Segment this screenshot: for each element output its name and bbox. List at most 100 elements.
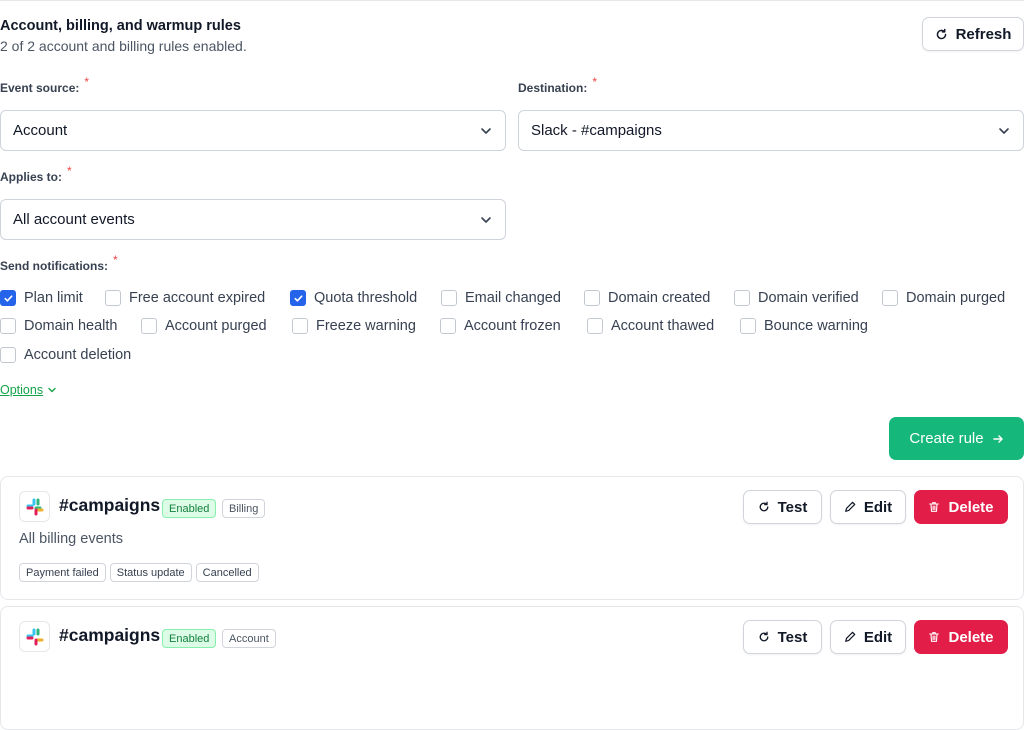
notifications-label: Send notifications: *: [0, 253, 118, 273]
tag: Payment failed: [19, 563, 106, 582]
checkbox-box[interactable]: [740, 318, 756, 334]
refresh-icon: [759, 501, 769, 512]
checkbox-label: Email changed: [465, 290, 561, 306]
edit-button[interactable]: Edit: [830, 490, 906, 524]
checkbox-label: Quota threshold: [314, 290, 418, 306]
notification-checkbox[interactable]: Domain health: [0, 316, 118, 336]
checkbox-box[interactable]: [0, 290, 16, 306]
type-badge: Billing: [222, 499, 266, 518]
refresh-icon: [936, 28, 946, 39]
checkbox-box[interactable]: [290, 290, 306, 306]
tag: Status update: [109, 563, 192, 582]
required-mark: *: [113, 253, 118, 267]
checkbox-box[interactable]: [141, 318, 157, 334]
required-mark: *: [592, 75, 598, 89]
notification-checkbox[interactable]: Domain purged: [882, 288, 1005, 308]
checkbox-label: Domain verified: [758, 290, 859, 306]
status-badge: Enabled: [162, 629, 217, 648]
notification-checkbox[interactable]: Bounce warning: [740, 316, 868, 336]
refresh-button[interactable]: Refresh: [922, 17, 1024, 51]
checkbox-label: Domain created: [608, 290, 711, 306]
checkbox-label: Plan limit: [24, 290, 83, 306]
test-label: Test: [777, 498, 808, 516]
notification-checkbox[interactable]: Free account expired: [105, 288, 265, 308]
options-label: Options: [0, 383, 44, 397]
rule-channel: #campaigns: [59, 625, 161, 645]
test-button[interactable]: Test: [743, 620, 822, 654]
refresh-icon: [759, 631, 769, 642]
status-badge: Enabled: [162, 499, 217, 518]
rule-card: #campaigns Enabled Account Test Edit Del…: [0, 606, 1024, 730]
delete-label: Delete: [948, 498, 994, 516]
delete-button[interactable]: Delete: [914, 490, 1008, 524]
event-source-select[interactable]: Account: [0, 110, 506, 151]
delete-button[interactable]: Delete: [914, 620, 1008, 654]
checkbox-box[interactable]: [0, 347, 16, 363]
rule-tags: Payment failed Status update Cancelled: [19, 563, 259, 582]
chevron-down-icon: [481, 127, 491, 134]
checkbox-label: Account thawed: [611, 318, 715, 334]
destination-select[interactable]: Slack - #campaigns: [518, 110, 1024, 151]
checkbox-box[interactable]: [0, 318, 16, 334]
check-icon: [3, 294, 13, 302]
refresh-label: Refresh: [955, 25, 1012, 43]
notification-checkbox[interactable]: Freeze warning: [292, 316, 416, 336]
trash-icon: [929, 632, 940, 642]
pencil-icon: [844, 631, 856, 642]
rule-card: #campaigns Enabled Billing All billing e…: [0, 476, 1024, 600]
tag: Cancelled: [195, 563, 259, 582]
applies-to-select[interactable]: All account events: [0, 199, 506, 240]
chevron-down-icon: [48, 387, 56, 393]
test-button[interactable]: Test: [743, 490, 822, 524]
destination-label: Destination: *: [518, 75, 598, 95]
rule-description: All billing events: [19, 531, 123, 547]
arrow-right-icon: [992, 434, 1003, 443]
notification-checkbox[interactable]: Domain verified: [734, 288, 859, 308]
applies-to-value: All account events: [13, 211, 135, 228]
checkbox-box[interactable]: [584, 290, 600, 306]
destination-value: Slack - #campaigns: [531, 122, 662, 139]
checkbox-box[interactable]: [587, 318, 603, 334]
required-mark: *: [67, 164, 72, 178]
checkbox-label: Bounce warning: [764, 318, 868, 334]
notification-checkbox[interactable]: Email changed: [441, 288, 561, 308]
event-source-label: Event source: *: [0, 75, 90, 95]
applies-to-label: Applies to: *: [0, 164, 72, 184]
slack-logo-icon: [19, 621, 50, 652]
options-toggle[interactable]: Options: [0, 383, 57, 397]
type-badge: Account: [222, 629, 276, 648]
checkbox-box[interactable]: [105, 290, 121, 306]
pencil-icon: [844, 501, 856, 512]
notification-checkbox[interactable]: Account deletion: [0, 345, 131, 365]
create-rule-label: Create rule: [909, 430, 984, 447]
notification-checkbox[interactable]: Account thawed: [587, 316, 714, 336]
required-mark: *: [84, 75, 90, 89]
chevron-down-icon: [999, 127, 1009, 134]
checkbox-label: Free account expired: [129, 290, 266, 306]
top-divider: [0, 0, 1024, 1]
chevron-down-icon: [481, 216, 491, 223]
slack-logo-icon: [19, 491, 50, 522]
checkbox-label: Account deletion: [24, 347, 132, 363]
notification-checkbox[interactable]: Quota threshold: [290, 288, 417, 308]
notification-checkbox[interactable]: Account frozen: [440, 316, 561, 336]
checkbox-label: Domain health: [24, 318, 118, 334]
notification-checkbox[interactable]: Domain created: [584, 288, 710, 308]
checkbox-label: Freeze warning: [316, 318, 416, 334]
notification-checkbox[interactable]: Plan limit: [0, 288, 83, 308]
checkbox-box[interactable]: [882, 290, 898, 306]
event-source-value: Account: [13, 122, 68, 139]
checkbox-label: Account frozen: [464, 318, 561, 334]
create-rule-button[interactable]: Create rule: [889, 417, 1024, 460]
checkbox-label: Domain purged: [906, 290, 1006, 306]
checkbox-box[interactable]: [734, 290, 750, 306]
rule-channel: #campaigns: [59, 495, 161, 515]
delete-label: Delete: [948, 628, 994, 646]
edit-button[interactable]: Edit: [830, 620, 906, 654]
notification-checkbox[interactable]: Account purged: [141, 316, 267, 336]
checkbox-box[interactable]: [292, 318, 308, 334]
checkbox-label: Account purged: [165, 318, 267, 334]
checkbox-box[interactable]: [440, 318, 456, 334]
checkbox-box[interactable]: [441, 290, 457, 306]
edit-label: Edit: [863, 628, 893, 646]
